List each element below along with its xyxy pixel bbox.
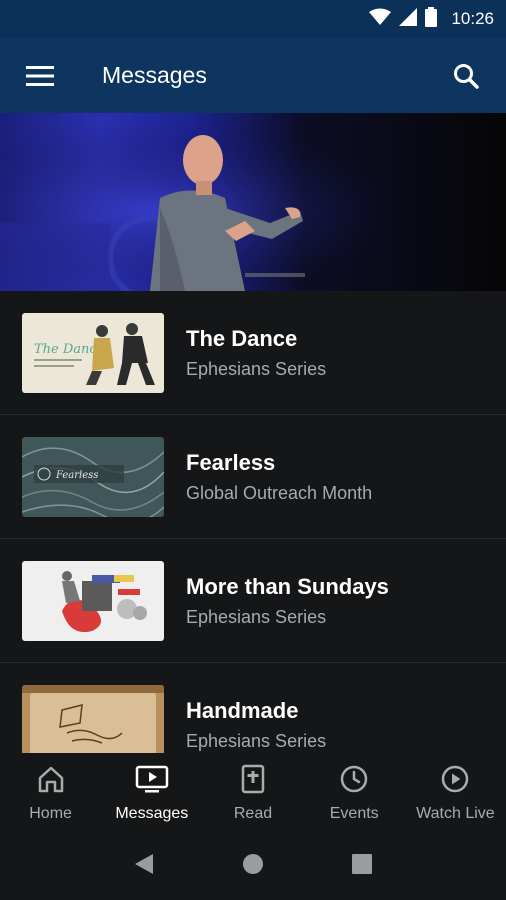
message-series: Ephesians Series xyxy=(186,606,327,627)
message-title: Fearless xyxy=(186,449,276,475)
message-title: Handmade xyxy=(186,697,299,723)
message-thumbnail xyxy=(22,560,164,641)
nav-watch-live[interactable]: Watch Live xyxy=(405,753,506,833)
home-icon xyxy=(36,764,66,799)
bible-icon xyxy=(238,764,268,799)
nav-messages[interactable]: Messages xyxy=(101,753,202,833)
message-series: Ephesians Series xyxy=(186,358,327,379)
recents-icon[interactable] xyxy=(351,853,373,880)
clock-icon xyxy=(339,764,369,799)
status-time: 10:26 xyxy=(451,9,494,28)
back-icon[interactable] xyxy=(133,852,155,881)
nav-home[interactable]: Home xyxy=(0,753,101,833)
battery-icon xyxy=(425,6,438,32)
message-thumbnail xyxy=(22,684,164,753)
nav-label: Home xyxy=(29,804,72,822)
nav-label: Read xyxy=(233,804,273,822)
message-thumbnail: The Dance xyxy=(22,312,164,393)
app-bar: Messages xyxy=(0,38,506,113)
featured-message-image[interactable] xyxy=(0,113,506,291)
play-circle-icon xyxy=(440,764,470,799)
list-item[interactable]: The Dance The Dance Ephesians Series xyxy=(0,291,506,415)
message-title: More than Sundays xyxy=(186,573,389,599)
nav-events[interactable]: Events xyxy=(304,753,405,833)
tv-icon xyxy=(135,764,169,799)
signal-icon xyxy=(399,7,418,31)
svg-text:Fearless: Fearless xyxy=(55,470,98,481)
message-thumbnail: Fearless xyxy=(22,436,164,517)
nav-read[interactable]: Read xyxy=(202,753,303,833)
list-item[interactable]: Fearless Fearless Global Outreach Month xyxy=(0,415,506,539)
search-icon[interactable] xyxy=(426,38,506,113)
message-series: Ephesians Series xyxy=(186,730,327,751)
message-title: The Dance xyxy=(186,325,298,351)
menu-icon[interactable] xyxy=(0,38,80,113)
wifi-icon xyxy=(369,8,392,31)
message-series: Global Outreach Month xyxy=(186,482,373,503)
status-bar: 10:26 xyxy=(0,0,506,38)
list-item[interactable]: More than Sundays Ephesians Series xyxy=(0,539,506,663)
system-nav-bar xyxy=(0,833,506,900)
nav-label: Events xyxy=(329,804,379,822)
bottom-nav: Home Messages Read Events Watch Live xyxy=(0,753,506,833)
page-title: Messages xyxy=(102,62,207,88)
nav-label: Watch Live xyxy=(416,804,495,822)
home-circle-icon[interactable] xyxy=(241,852,265,881)
nav-label: Messages xyxy=(115,804,189,822)
message-list: The Dance The Dance Ephesians Series Fea… xyxy=(0,291,506,753)
list-item[interactable]: Handmade Ephesians Series xyxy=(0,663,506,753)
